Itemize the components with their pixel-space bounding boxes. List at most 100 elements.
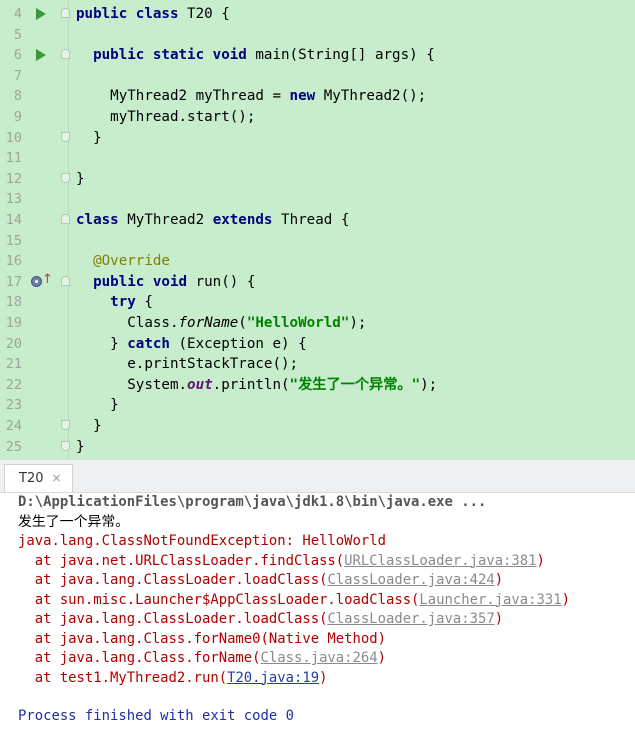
line-number: 13 [5, 191, 22, 208]
line-number: 12 [5, 170, 22, 187]
run-gutter-icon[interactable] [36, 49, 46, 62]
code-line: 5 [0, 25, 635, 45]
up-arrow-icon: ↑ [42, 271, 53, 287]
line-number: 15 [5, 232, 22, 249]
fold-marker-icon[interactable] [61, 420, 70, 430]
stack-frame: at test1.MyThread2.run(T20.java:19) [18, 669, 328, 689]
code-line: 4 public class T20 { [0, 4, 635, 24]
code-text: @Override [93, 253, 170, 270]
override-gutter-icon[interactable] [31, 275, 42, 287]
source-link[interactable]: URLClassLoader.java:381 [344, 553, 536, 569]
code-text: Class.forName("HelloWorld"); [76, 315, 367, 331]
run-tab-label: T20 [19, 471, 44, 486]
line-number: 20 [5, 335, 22, 352]
line-number: 10 [5, 129, 22, 146]
fold-marker-icon[interactable] [61, 8, 70, 18]
code-line: 25} [0, 437, 635, 457]
code-text: } [76, 170, 85, 187]
line-number: 8 [13, 88, 22, 105]
code-text: } [76, 418, 102, 434]
line-number: 18 [5, 294, 22, 311]
code-line: 23 } [0, 395, 635, 415]
code-line: 13 [0, 189, 635, 209]
stack-frame: at java.net.URLClassLoader.findClass(URL… [18, 552, 545, 572]
line-number: 24 [5, 418, 22, 434]
line-number: 14 [5, 212, 22, 228]
run-gutter-icon[interactable] [36, 8, 46, 20]
line-number: 7 [13, 67, 22, 84]
stack-frame-text: at java.lang.Class.forName( [18, 650, 261, 666]
code-text: public static void main(String[] args) { [93, 47, 435, 64]
stack-frame-suffix: ) [494, 572, 504, 588]
line-number: 23 [5, 397, 22, 414]
line-number: 25 [5, 438, 22, 455]
stack-frame-text: at sun.misc.Launcher$AppClassLoader.load… [18, 591, 420, 608]
code-text: } [76, 129, 102, 146]
stack-frame-text: at test1.MyThread2.run( [18, 669, 228, 686]
line-number: 17 [5, 273, 22, 290]
code-line: 10 } [0, 128, 635, 148]
line-number: 4 [13, 6, 22, 22]
code-line: 22 System.out.println("发生了一个异常。"); [0, 375, 635, 395]
fold-marker-icon[interactable] [61, 131, 70, 142]
line-number: 19 [5, 315, 22, 331]
code-text: myThread.start(); [76, 109, 256, 125]
fold-marker-icon[interactable] [61, 172, 70, 183]
stack-frame-text: at java.lang.ClassLoader.loadClass( [18, 611, 328, 627]
stack-frame: at java.lang.ClassLoader.loadClass(Class… [18, 610, 503, 630]
code-editor[interactable]: 4 public class T20 {5 6 public static void… [0, 0, 635, 460]
code-line: 15 [0, 231, 635, 251]
source-link[interactable]: ClassLoader.java:424 [327, 572, 494, 588]
source-link[interactable]: Launcher.java:331 [419, 592, 561, 608]
code-line: 21 e.printStackTrace(); [0, 354, 635, 374]
source-link[interactable]: ClassLoader.java:357 [327, 611, 494, 627]
code-line: 6 public static void main(String[] args)… [0, 45, 635, 65]
console-command-line: D:\ApplicationFiles\program\java\jdk1.8\… [18, 494, 487, 510]
fold-marker-icon[interactable] [61, 275, 70, 286]
line-number: 22 [5, 376, 22, 393]
line-number: 6 [13, 47, 22, 64]
code-text: public class T20 { [76, 6, 230, 22]
code-text: class MyThread2 extends Thread { [76, 212, 350, 228]
run-tab-t20[interactable]: T20 × [4, 464, 73, 492]
code-line: 20 } catch (Exception e) { [0, 334, 635, 354]
stack-frame-suffix: ) [494, 611, 504, 627]
code-line: 16 @Override [0, 251, 635, 271]
fold-marker-icon[interactable] [61, 440, 70, 451]
fold-marker-icon[interactable] [61, 49, 70, 60]
code-line: 14 class MyThread2 extends Thread { [0, 210, 635, 230]
code-text: MyThread2 myThread = new MyThread2(); [76, 88, 427, 105]
code-line: 19 Class.forName("HelloWorld"); [0, 313, 635, 333]
code-text: try { [110, 294, 153, 311]
stack-frame-suffix: ) [536, 552, 545, 569]
code-text: } [76, 438, 85, 455]
source-link[interactable]: Class.java:264 [261, 650, 378, 666]
close-icon[interactable]: × [51, 471, 61, 485]
line-number: 9 [13, 109, 22, 125]
run-tab-bar: T20 × [0, 460, 635, 493]
code-line: 24 } [0, 416, 635, 436]
stack-frame-suffix: ) [319, 669, 328, 686]
console-exit-line: Process finished with exit code 0 [18, 708, 294, 724]
stack-frame: at java.lang.Class.forName(Class.java:26… [18, 649, 386, 669]
stack-frame: at java.lang.Class.forName0(Native Metho… [18, 630, 386, 650]
code-line: 8 MyThread2 myThread = new MyThread2(); [0, 86, 635, 106]
stack-frame-text: at java.net.URLClassLoader.findClass( [18, 552, 345, 569]
code-text: e.printStackTrace(); [76, 356, 299, 373]
stack-frame: at sun.misc.Launcher$AppClassLoader.load… [18, 591, 570, 611]
source-link[interactable]: T20.java:19 [227, 670, 319, 686]
code-text: System.out.println("发生了一个异常。"); [76, 376, 438, 393]
fold-marker-icon[interactable] [61, 214, 70, 224]
code-line: 7 [0, 66, 635, 86]
stack-frame: at java.lang.ClassLoader.loadClass(Class… [18, 571, 503, 591]
code-text: public void run() { [93, 273, 256, 290]
stack-frame-text: at java.lang.ClassLoader.loadClass( [18, 572, 328, 588]
stack-frame-suffix: ) [561, 591, 570, 608]
code-line: 17 ↑ public void run() { [0, 272, 635, 292]
stack-frame-text: at java.lang.Class.forName0(Native Metho… [18, 630, 386, 647]
code-line: 18 try { [0, 292, 635, 312]
code-text: } catch (Exception e) { [76, 335, 307, 352]
code-line: 12} [0, 169, 635, 189]
code-line: 11 [0, 148, 635, 168]
stack-frame-suffix: ) [377, 650, 386, 666]
